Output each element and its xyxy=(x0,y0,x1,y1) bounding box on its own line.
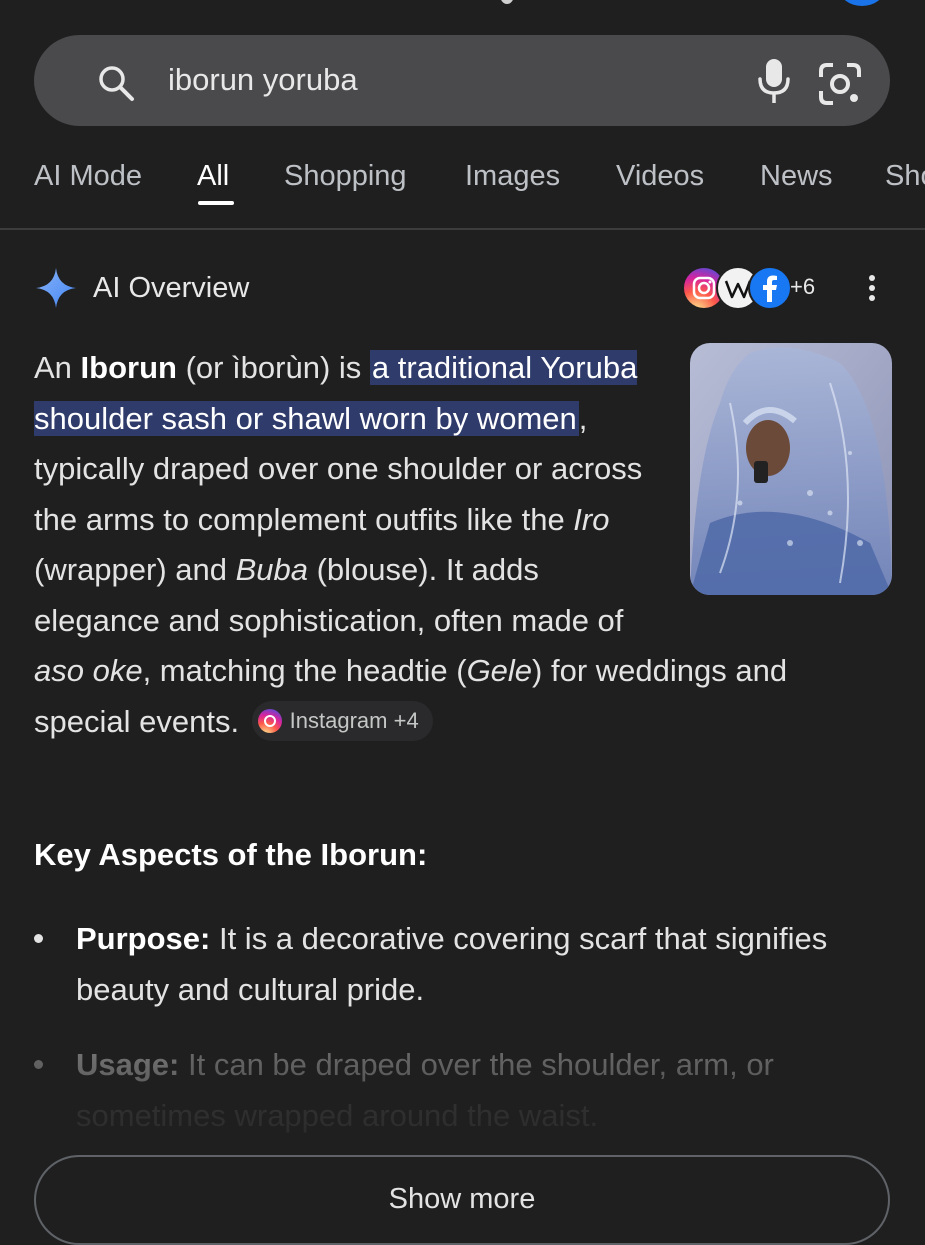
citation-chip-label: Instagram +4 xyxy=(289,707,419,733)
tab-short-videos[interactable]: Sho xyxy=(885,156,925,196)
term-buba: Buba xyxy=(235,552,308,587)
search-bar[interactable]: iborun yoruba xyxy=(34,35,890,126)
tab-ai-mode[interactable]: AI Mode xyxy=(34,156,142,196)
iborun-image[interactable] xyxy=(690,343,892,595)
list-item: Usage: It can be draped over the shoulde… xyxy=(34,1040,866,1141)
text-segment: (or ìborùn) is xyxy=(176,350,370,385)
more-options-icon[interactable] xyxy=(862,272,882,304)
source-icons[interactable] xyxy=(682,266,792,310)
key-term: Iborun xyxy=(80,350,177,385)
ai-overview-header: AI Overview +6 xyxy=(0,258,925,318)
gemini-sparkle-icon xyxy=(36,268,76,308)
ai-overview-text: An Iborun (or ìborùn) is a traditional Y… xyxy=(34,343,892,747)
bullet-label: Usage: xyxy=(76,1047,180,1082)
ai-overview-title: AI Overview xyxy=(93,272,250,304)
cropped-element xyxy=(500,0,514,4)
tab-all[interactable]: All xyxy=(197,156,229,196)
instagram-icon xyxy=(257,708,282,733)
active-tab-indicator xyxy=(198,201,234,205)
search-input[interactable]: iborun yoruba xyxy=(168,55,358,105)
bullet-label: Purpose: xyxy=(76,921,211,956)
term-aso-oke: aso oke xyxy=(34,653,143,688)
list-item: Purpose: It is a decorative covering sca… xyxy=(34,914,866,1015)
term-gele: Gele xyxy=(466,653,533,688)
search-icon[interactable] xyxy=(96,63,136,103)
citation-chip[interactable]: Instagram +4 xyxy=(251,700,433,741)
bullet-text-faded: sometimes wrapped around the waist. xyxy=(76,1097,599,1133)
term-iro: Iro xyxy=(573,501,610,537)
microphone-icon[interactable] xyxy=(756,57,792,105)
google-lens-icon[interactable] xyxy=(817,61,863,107)
account-avatar[interactable] xyxy=(839,0,885,6)
show-more-button[interactable]: Show more xyxy=(34,1155,890,1245)
key-aspects-heading: Key Aspects of the Iborun: xyxy=(34,837,428,872)
source-count[interactable]: +6 xyxy=(790,272,815,302)
tab-shopping[interactable]: Shopping xyxy=(284,156,407,196)
top-cutoff xyxy=(0,0,925,20)
bullet-dot xyxy=(34,934,43,943)
facebook-icon[interactable] xyxy=(748,266,792,310)
tab-videos[interactable]: Videos xyxy=(616,156,704,196)
text-segment: An xyxy=(34,350,81,385)
tab-news[interactable]: News xyxy=(760,156,833,196)
tabs-divider xyxy=(0,228,925,230)
bullet-text: It can be draped over the shoulder, arm,… xyxy=(179,1047,774,1082)
search-tabs: AI Mode All Shopping Images Videos News … xyxy=(0,140,925,228)
tab-images[interactable]: Images xyxy=(465,156,560,196)
bullet-dot xyxy=(34,1060,43,1069)
text-segment: , matching the headtie ( xyxy=(142,653,467,688)
text-segment: (wrapper) and xyxy=(34,552,236,587)
